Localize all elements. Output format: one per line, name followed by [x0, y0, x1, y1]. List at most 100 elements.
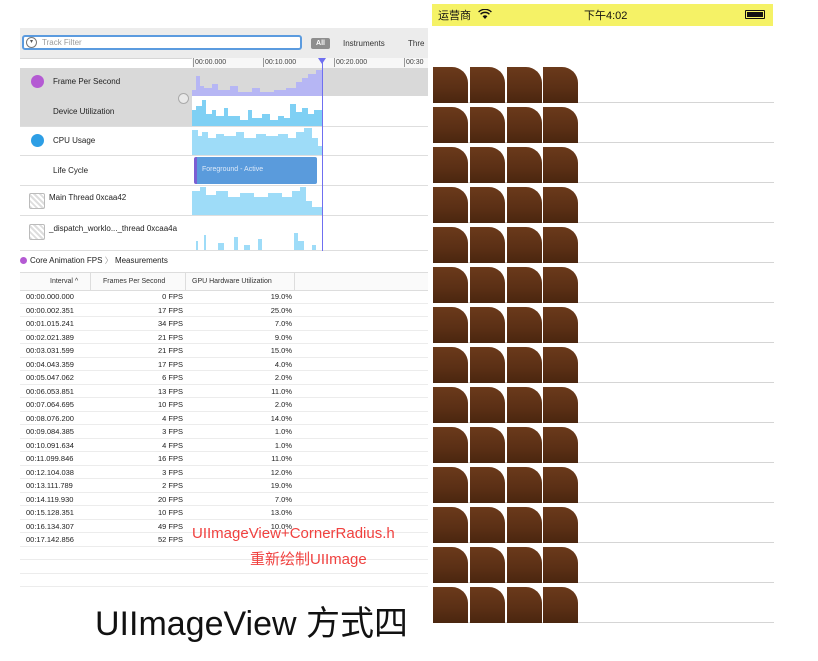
rounded-image-view [543, 187, 578, 223]
table-cell[interactable] [433, 143, 774, 183]
rounded-image-view [470, 187, 505, 223]
column-header-fps[interactable]: Frames Per Second [103, 273, 165, 290]
cell-interval: 00:08.076.200 [26, 413, 74, 423]
track-name: Life Cycle [53, 166, 89, 175]
track-name: Main Thread 0xcaa42 [49, 193, 127, 202]
filter-instruments-button[interactable]: Instruments [343, 39, 385, 49]
table-row[interactable]: 00:11.099.846 16 FPS 11.0% [20, 452, 428, 466]
cell-fps: 10 FPS [157, 400, 183, 409]
table-row[interactable]: 00:14.119.930 20 FPS 7.0% [20, 493, 428, 506]
table-row[interactable]: 00:00.000.000 0 FPS 19.0% [20, 290, 428, 304]
table-cell[interactable] [433, 63, 774, 103]
cell-interval: 00:02.021.389 [26, 332, 74, 342]
rounded-image-view [543, 507, 578, 543]
track-filter-placeholder: Track Filter [42, 38, 82, 47]
table-cell[interactable] [433, 263, 774, 303]
table-cell[interactable] [433, 423, 774, 463]
table-cell[interactable] [433, 503, 774, 543]
worker-thread-graph [196, 233, 316, 250]
table-row[interactable]: 00:04.043.359 17 FPS 4.0% [20, 358, 428, 371]
table-row[interactable]: 00:12.104.038 3 FPS 12.0% [20, 466, 428, 479]
filter-all-button[interactable]: All [311, 38, 330, 49]
cell-fps: 3 FPS [162, 427, 183, 436]
track-label: _dispatch_worklo..._thread 0xcaa4a [20, 215, 192, 250]
breadcrumb: Core Animation FPS 〉 Measurements [20, 254, 168, 268]
cell-interval: 00:15.128.351 [26, 508, 74, 517]
table-row[interactable]: 00:00.002.351 17 FPS 25.0% [20, 304, 428, 317]
ruler-tick: 00:00.000 [193, 58, 227, 67]
table-row[interactable]: 00:06.053.851 13 FPS 11.0% [20, 385, 428, 398]
cell-gpu: 7.0% [274, 319, 292, 328]
table-cell[interactable] [433, 303, 774, 343]
table-cell[interactable] [433, 343, 774, 383]
track-cpu-usage[interactable]: CPU Usage [20, 126, 428, 156]
rounded-image-view [507, 267, 542, 303]
rounded-image-view [543, 107, 578, 143]
cell-fps: 20 FPS [157, 494, 183, 504]
rounded-image-view [433, 147, 468, 183]
track-frame-per-second[interactable]: Frame Per Second [20, 68, 428, 97]
table-cell[interactable] [433, 383, 774, 423]
track-list: Frame Per Second Device Utilization CPU … [20, 68, 428, 251]
thread-icon [29, 224, 45, 240]
breadcrumb-instrument[interactable]: Core Animation FPS [30, 256, 102, 265]
rounded-image-view [470, 147, 505, 183]
column-header-gpu[interactable]: GPU Hardware Utilization [192, 273, 272, 290]
cell-fps: 3 FPS [162, 467, 183, 477]
table-row[interactable]: 00:05.047.062 6 FPS 2.0% [20, 371, 428, 385]
rounded-image-view [433, 187, 468, 223]
cell-fps: 17 FPS [157, 305, 183, 315]
table-row[interactable]: 00:10.091.634 4 FPS 1.0% [20, 439, 428, 452]
battery-icon [745, 10, 765, 19]
track-label: Frame Per Second [20, 68, 192, 96]
track-name: _dispatch_worklo..._thread 0xcaa4a [49, 224, 178, 233]
table-row[interactable]: 00:13.111.789 2 FPS 19.0% [20, 479, 428, 493]
track-filter-input[interactable]: ▾ Track Filter [22, 35, 302, 50]
table-row[interactable]: 00:07.064.695 10 FPS 2.0% [20, 398, 428, 412]
table-row[interactable]: 00:01.015.241 34 FPS 7.0% [20, 317, 428, 331]
cell-fps: 17 FPS [157, 359, 183, 369]
rounded-image-view [507, 67, 542, 103]
cell-interval: 00:14.119.930 [26, 494, 74, 504]
track-dispatch-worker-thread[interactable]: _dispatch_worklo..._thread 0xcaa4a [20, 215, 428, 251]
lifecycle-state-bar[interactable]: Foreground - Active [194, 157, 317, 184]
table-cell[interactable] [433, 583, 774, 623]
table-row[interactable]: 00:02.021.389 21 FPS 9.0% [20, 331, 428, 344]
breadcrumb-view[interactable]: Measurements [115, 256, 168, 265]
cell-fps: 52 FPS [157, 535, 183, 544]
table-cell[interactable] [433, 183, 774, 223]
track-life-cycle[interactable]: Life Cycle Foreground - Active [20, 155, 428, 186]
table-cell[interactable] [433, 463, 774, 503]
filter-threads-button[interactable]: Thre [408, 39, 424, 49]
rounded-image-view [470, 267, 505, 303]
table-row[interactable]: 00:08.076.200 4 FPS 14.0% [20, 412, 428, 425]
rounded-image-view [507, 307, 542, 343]
table-cell[interactable] [433, 543, 774, 583]
table-row[interactable]: 00:09.084.385 3 FPS 1.0% [20, 425, 428, 439]
track-label: Device Utilization [20, 93, 192, 126]
group-disclosure-icon[interactable] [178, 93, 189, 104]
rounded-image-view [543, 387, 578, 423]
cell-gpu: 9.0% [274, 332, 292, 342]
playhead-line[interactable] [322, 58, 323, 251]
column-header-interval[interactable]: Interval ^ [50, 273, 78, 290]
cell-interval: 00:00.002.351 [26, 305, 74, 315]
track-device-utilization[interactable]: Device Utilization [20, 93, 428, 127]
rounded-image-view [433, 547, 468, 583]
rounded-image-view [433, 227, 468, 263]
table-row[interactable]: 00:03.031.599 21 FPS 15.0% [20, 344, 428, 358]
rounded-image-view [543, 147, 578, 183]
cell-fps: 34 FPS [157, 319, 183, 328]
table-cell[interactable] [433, 223, 774, 263]
rounded-image-view [470, 387, 505, 423]
table-header: Interval ^ Frames Per Second GPU Hardwar… [20, 272, 428, 291]
track-main-thread[interactable]: Main Thread 0xcaa42 [20, 185, 428, 216]
table-row[interactable]: 00:15.128.351 10 FPS 13.0% [20, 506, 428, 520]
rounded-image-view [433, 507, 468, 543]
cell-gpu: 7.0% [274, 494, 292, 504]
filter-icon: ▾ [26, 37, 37, 48]
rounded-image-view [470, 227, 505, 263]
table-cell[interactable] [433, 103, 774, 143]
status-bar: 运营商 下午4:02 [432, 4, 773, 26]
cell-interval: 00:10.091.634 [26, 440, 74, 450]
